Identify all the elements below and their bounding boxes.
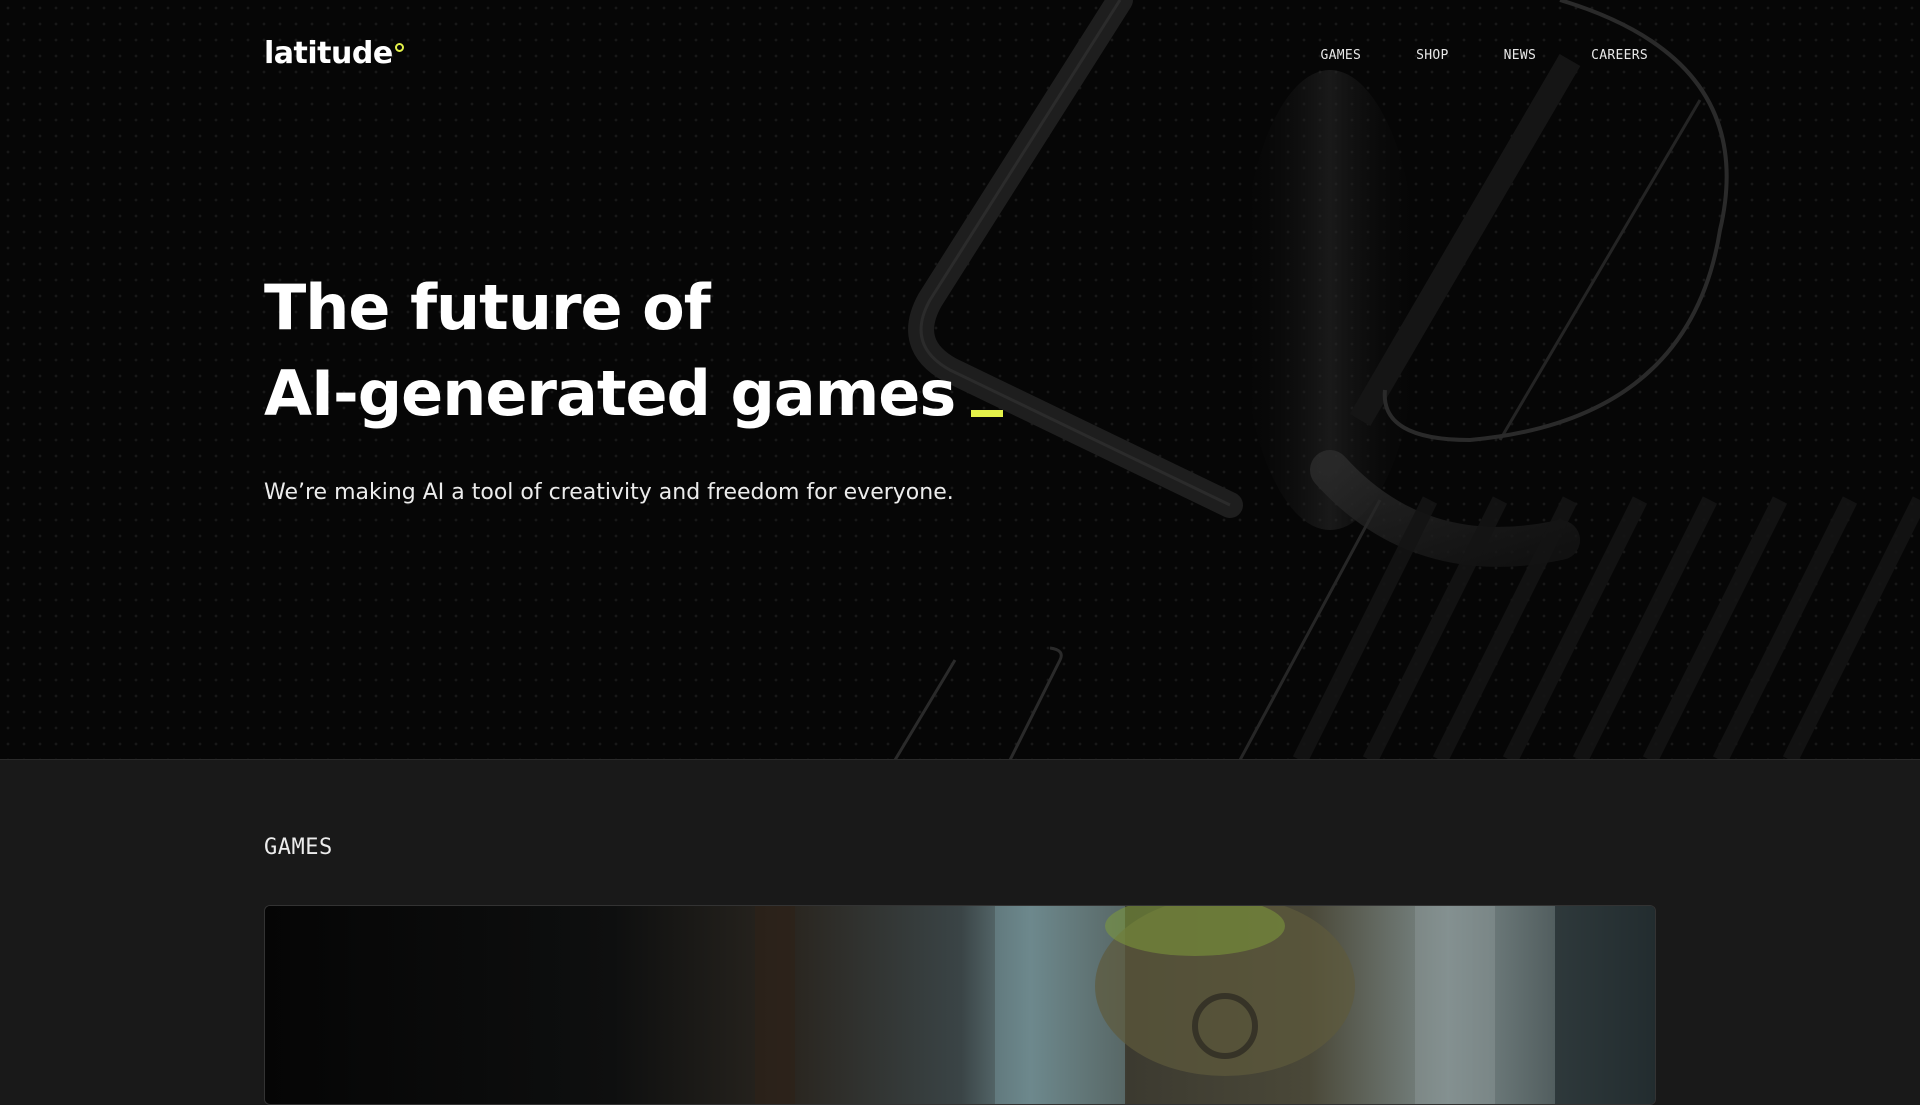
games-section: GAMES xyxy=(0,761,1920,1105)
featured-game-card[interactable] xyxy=(264,905,1656,1105)
headline-line-2: AI-generated games xyxy=(264,357,956,430)
hero-subtitle: We’re making AI a tool of creativity and… xyxy=(264,480,954,505)
nav-link-shop[interactable]: SHOP xyxy=(1416,48,1449,63)
logo-wordmark: latitude xyxy=(264,36,393,71)
nav-link-news[interactable]: NEWS xyxy=(1504,48,1537,63)
typing-cursor-icon xyxy=(971,410,1004,417)
main-nav: GAMES SHOP NEWS CAREERS xyxy=(1320,48,1648,63)
hero-section: latitude GAMES SHOP NEWS CAREERS The fut… xyxy=(0,0,1920,760)
latitude-logo[interactable]: latitude xyxy=(264,36,404,72)
logo-dot-icon xyxy=(394,43,404,52)
hero-headline: The future of AI-generated games xyxy=(264,265,1004,437)
nav-link-games[interactable]: GAMES xyxy=(1320,48,1361,63)
nav-link-careers[interactable]: CAREERS xyxy=(1591,48,1648,63)
headline-line-2-wrap: AI-generated games xyxy=(264,351,1004,437)
games-section-title: GAMES xyxy=(264,835,333,860)
headline-line-1: The future of xyxy=(264,271,711,344)
game-artwork xyxy=(265,906,1655,1104)
